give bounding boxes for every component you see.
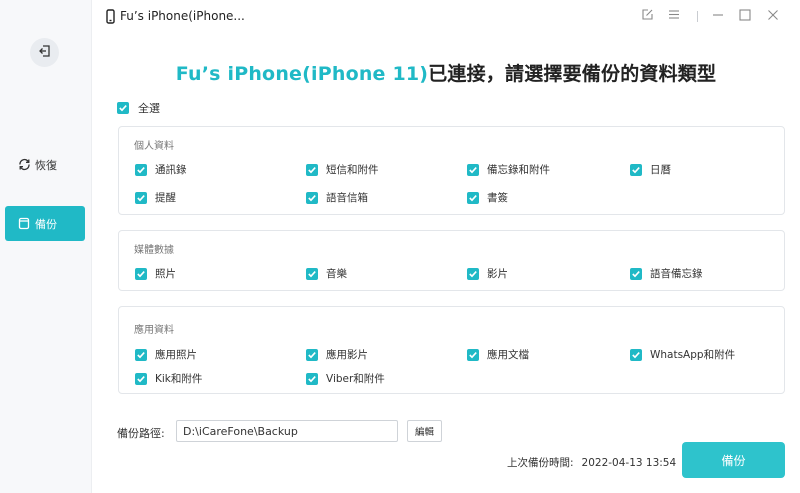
sidebar: 恢復 備份: [0, 0, 92, 493]
option-label: 備忘錄和附件: [487, 164, 550, 176]
checkbox-checked-icon: [135, 267, 147, 280]
group-app-data: 應用資料 應用照片 應用影片 應用文檔 WhatsApp和附件 Kik和附件 V…: [118, 306, 785, 394]
checkbox-checked-icon: [306, 163, 318, 176]
close-button[interactable]: [765, 8, 781, 24]
option-label: 日曆: [650, 164, 671, 176]
option-checkbox[interactable]: 日曆: [630, 162, 671, 177]
checkbox-checked-icon: [306, 191, 318, 204]
sidebar-item-backup[interactable]: 備份: [5, 206, 85, 241]
checkbox-checked-icon: [135, 163, 147, 176]
checkbox-checked-icon: [467, 163, 479, 176]
option-label: 應用影片: [326, 349, 368, 361]
last-backup-info: 上次備份時間: 2022-04-13 13:54: [507, 455, 676, 470]
sidebar-item-restore[interactable]: 恢復: [5, 147, 85, 182]
page-title: Fu’s iPhone(iPhone 11)已連接，請選擇要備份的資料類型: [92, 59, 800, 86]
option-checkbox[interactable]: Viber和附件: [306, 371, 385, 386]
close-icon: [767, 9, 779, 24]
option-label: 提醒: [155, 192, 176, 204]
checkbox-checked-icon: [467, 348, 479, 361]
option-checkbox[interactable]: WhatsApp和附件: [630, 347, 735, 362]
sidebar-item-label: 備份: [35, 217, 57, 231]
group-title: 個人資料: [134, 141, 174, 152]
checkbox-checked-icon: [630, 267, 642, 280]
restore-icon: [17, 158, 31, 172]
device-name: Fu’s iPhone(iPhone 11): [175, 63, 429, 85]
group-media-data: 媒體數據 照片 音樂 影片 語音備忘錄: [118, 230, 785, 291]
option-checkbox[interactable]: 語音信箱: [306, 190, 368, 205]
titlebar-divider: [697, 11, 698, 22]
maximize-button[interactable]: [737, 8, 753, 24]
minimize-icon: [712, 9, 724, 24]
checkbox-checked-icon: [135, 372, 147, 385]
window-title: Fu’s iPhone(iPhone...: [120, 9, 245, 23]
phone-icon: [106, 9, 115, 27]
option-label: 應用文檔: [487, 349, 529, 361]
checkbox-checked-icon: [306, 372, 318, 385]
backup-button[interactable]: 備份: [682, 442, 785, 478]
sidebar-item-label: 恢復: [35, 158, 57, 172]
option-label: 書簽: [487, 192, 508, 204]
option-label: 影片: [487, 268, 508, 280]
option-label: 音樂: [326, 268, 347, 280]
checkbox-checked-icon: [135, 348, 147, 361]
option-label: 通訊錄: [155, 164, 187, 176]
option-label: 短信和附件: [326, 164, 379, 176]
checkbox-checked-icon: [306, 267, 318, 280]
select-all-label: 全選: [138, 102, 160, 115]
option-checkbox[interactable]: 音樂: [306, 266, 347, 281]
menu-icon: [668, 9, 680, 23]
option-label: Viber和附件: [326, 373, 385, 385]
backup-path-label: 備份路徑:: [117, 427, 165, 440]
option-checkbox[interactable]: 語音備忘錄: [630, 266, 703, 281]
checkbox-checked-icon: [630, 348, 642, 361]
option-checkbox[interactable]: 應用照片: [135, 347, 197, 362]
menu-button[interactable]: [666, 8, 682, 24]
backup-path-input[interactable]: [176, 420, 398, 442]
option-label: 照片: [155, 268, 176, 280]
option-label: 語音信箱: [326, 192, 368, 204]
checkbox-checked-icon: [306, 348, 318, 361]
last-backup-time: 2022-04-13 13:54: [581, 457, 677, 469]
checkbox-checked-icon: [467, 267, 479, 280]
option-checkbox[interactable]: 備忘錄和附件: [467, 162, 550, 177]
backup-icon: [17, 217, 31, 231]
checkbox-checked-icon: [135, 191, 147, 204]
checkbox-checked-icon: [630, 163, 642, 176]
last-backup-label: 上次備份時間:: [507, 457, 574, 469]
option-checkbox[interactable]: 書簽: [467, 190, 508, 205]
group-personal-data: 個人資料 通訊錄 短信和附件 備忘錄和附件 日曆 提醒 語音信箱 書簽: [118, 126, 785, 215]
minimize-button[interactable]: [710, 8, 726, 24]
option-label: 語音備忘錄: [650, 268, 703, 280]
group-title: 媒體數據: [134, 245, 174, 256]
edit-path-button[interactable]: 編輯: [407, 420, 442, 442]
option-label: WhatsApp和附件: [650, 349, 736, 361]
option-label: Kik和附件: [155, 373, 203, 385]
maximize-icon: [739, 8, 751, 24]
checkbox-checked-icon: [467, 191, 479, 204]
checkbox-checked-icon: [117, 102, 129, 114]
back-button[interactable]: [30, 38, 59, 67]
exit-icon: [38, 44, 52, 61]
option-checkbox[interactable]: 通訊錄: [135, 162, 187, 177]
group-title: 應用資料: [134, 325, 174, 336]
feedback-button[interactable]: [639, 8, 655, 24]
select-all-checkbox[interactable]: 全選: [117, 100, 160, 116]
edit-icon: [641, 8, 654, 24]
page-title-text: 已連接，請選擇要備份的資料類型: [428, 63, 717, 85]
option-label: 應用照片: [155, 349, 197, 361]
title-bar: Fu’s iPhone(iPhone...: [92, 0, 800, 34]
option-checkbox[interactable]: 照片: [135, 266, 176, 281]
option-checkbox[interactable]: 應用影片: [306, 347, 368, 362]
option-checkbox[interactable]: 影片: [467, 266, 508, 281]
option-checkbox[interactable]: 應用文檔: [467, 347, 529, 362]
option-checkbox[interactable]: Kik和附件: [135, 371, 202, 386]
option-checkbox[interactable]: 短信和附件: [306, 162, 379, 177]
option-checkbox[interactable]: 提醒: [135, 190, 176, 205]
